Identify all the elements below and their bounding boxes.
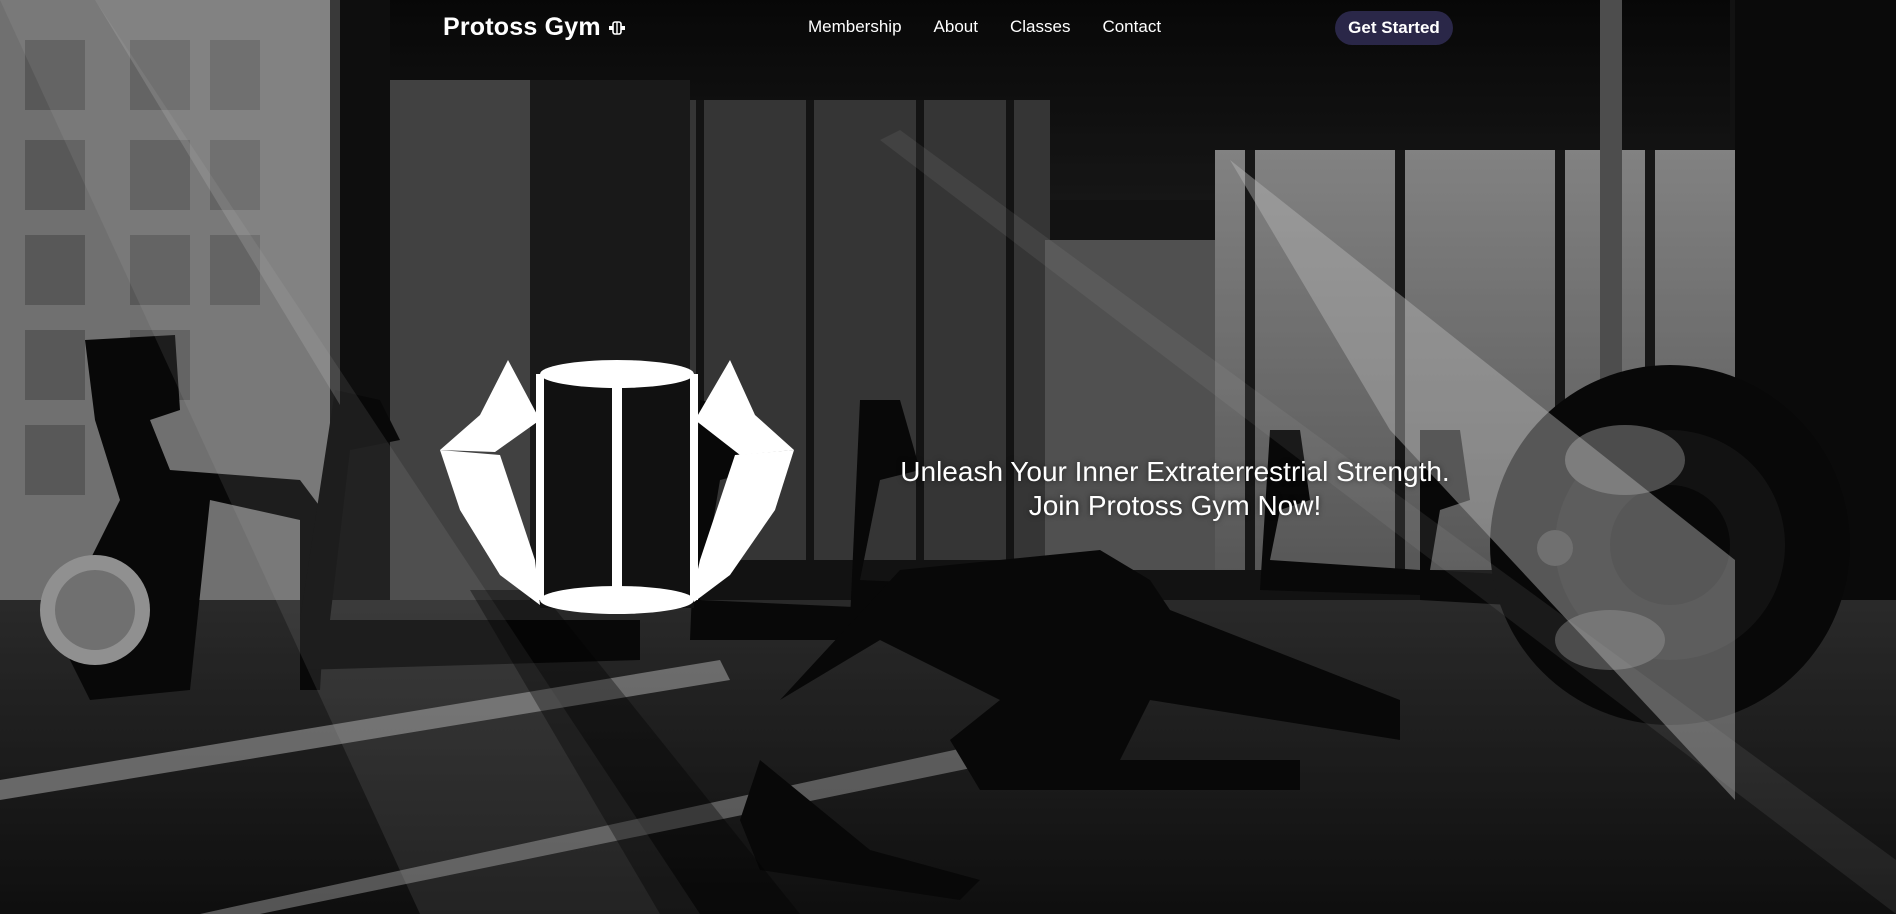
hero-tagline-line1: Unleash Your Inner Extraterrestrial Stre… — [900, 456, 1450, 487]
nav-link-membership[interactable]: Membership — [808, 17, 902, 37]
nav-link-classes[interactable]: Classes — [1010, 17, 1070, 37]
hero-tagline-line2: Join Protoss Gym Now! — [1028, 490, 1322, 521]
landing-page: Protoss Gym Membership About Classes Con… — [0, 0, 1896, 914]
dumbbell-icon — [608, 20, 625, 35]
hero-tagline: Unleash Your Inner Extraterrestrial Stre… — [860, 455, 1490, 523]
brand-logo-link[interactable]: Protoss Gym — [443, 13, 627, 42]
protoss-crest-icon — [440, 360, 794, 614]
nav-links: Membership About Classes Contact — [808, 17, 1193, 37]
brand-name: Protoss Gym — [443, 13, 601, 41]
get-started-button[interactable]: Get Started — [1335, 11, 1453, 45]
nav-link-contact[interactable]: Contact — [1102, 17, 1161, 37]
nav-link-about[interactable]: About — [934, 17, 978, 37]
top-navbar: Protoss Gym Membership About Classes Con… — [0, 0, 1896, 56]
